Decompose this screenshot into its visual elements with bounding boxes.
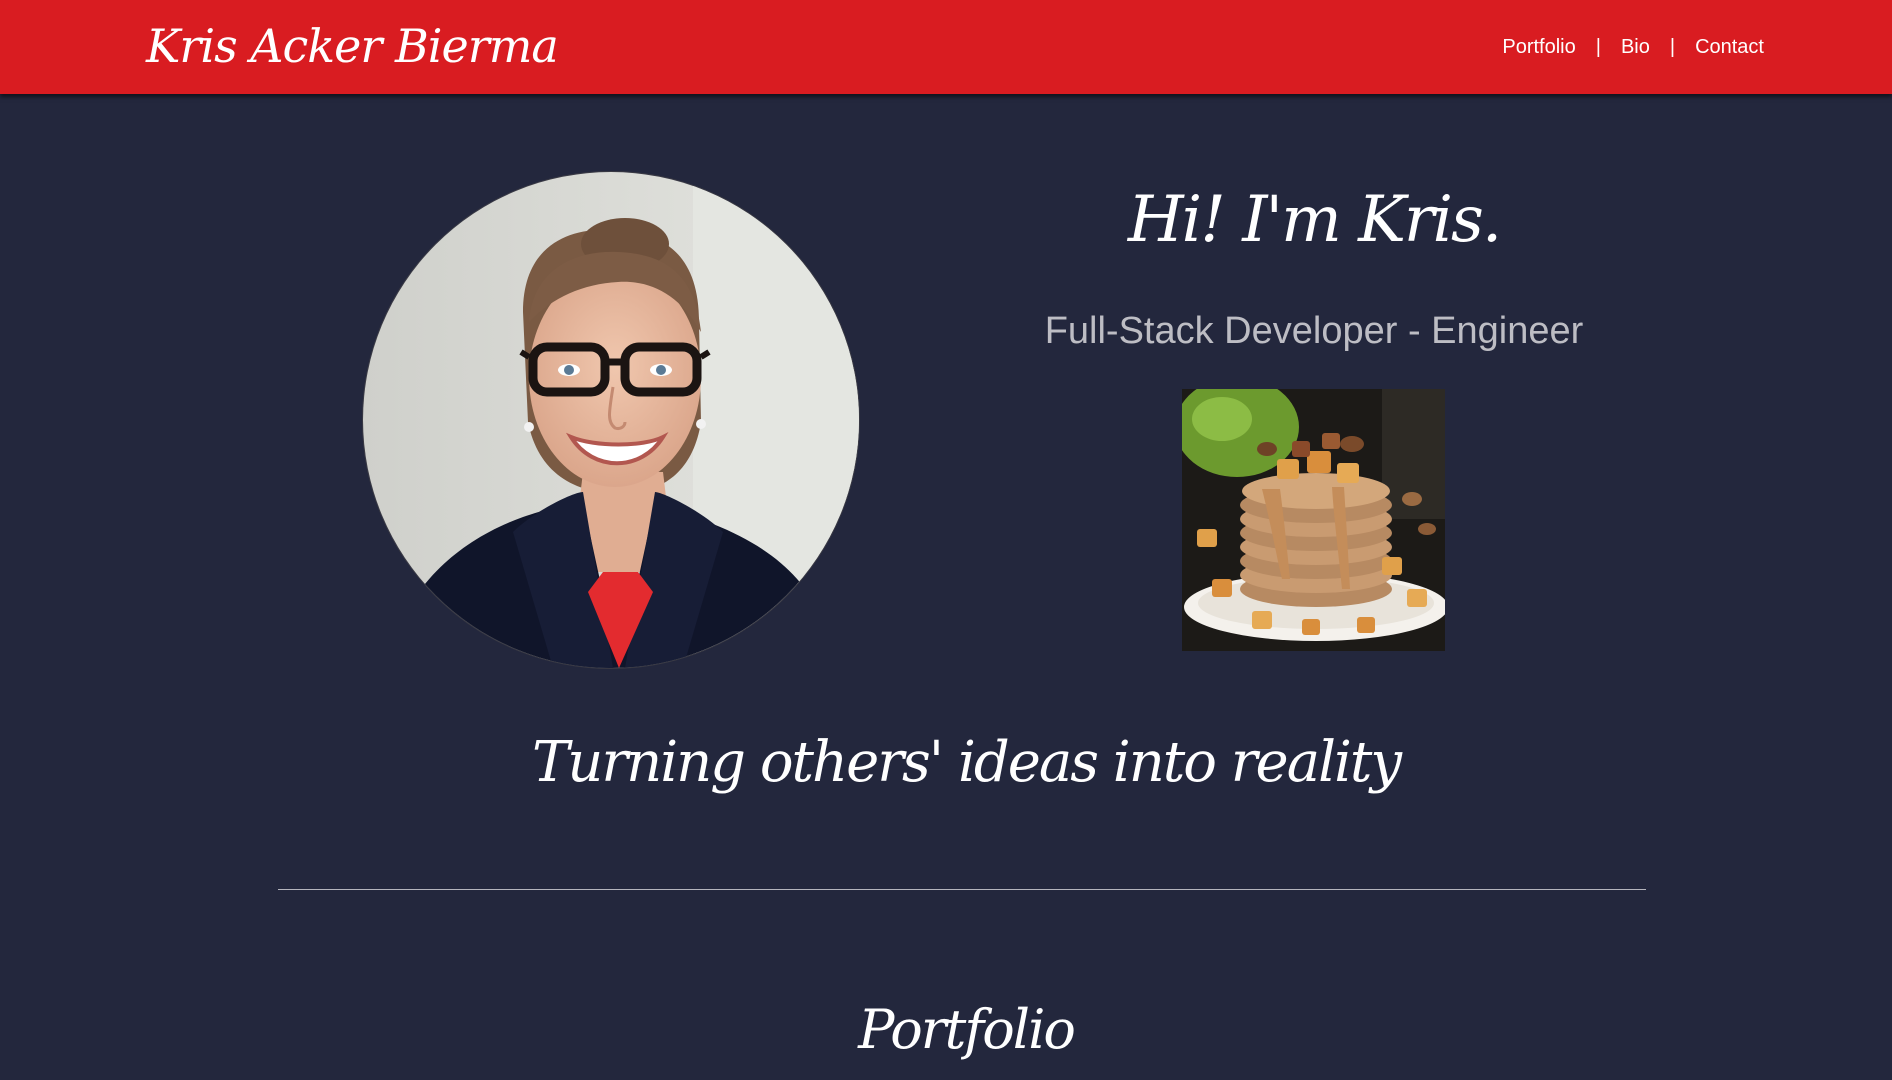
tagline: Turning others' ideas into reality: [531, 730, 1402, 795]
nav-link-contact[interactable]: Contact: [1695, 33, 1764, 61]
job-title: Full-Stack Developer - Engineer: [1044, 310, 1584, 352]
nav-link-portfolio[interactable]: Portfolio: [1502, 33, 1575, 61]
nav-menu: Portfolio | Bio | Contact: [1502, 33, 1764, 61]
navbar: Kris Acker Bierma Portfolio | Bio | Cont…: [0, 0, 1892, 94]
pancake-photo: [1182, 389, 1445, 651]
profile-photo: [362, 171, 860, 669]
nav-separator: |: [1669, 36, 1676, 58]
brand-logo[interactable]: Kris Acker Bierma: [146, 14, 559, 78]
nav-separator: |: [1595, 36, 1601, 58]
portfolio-section-title: Portfolio: [858, 998, 1076, 1061]
section-divider: [278, 889, 1646, 890]
nav-link-bio[interactable]: Bio: [1621, 33, 1650, 61]
greeting-heading: Hi! I'm Kris.: [1127, 183, 1502, 257]
